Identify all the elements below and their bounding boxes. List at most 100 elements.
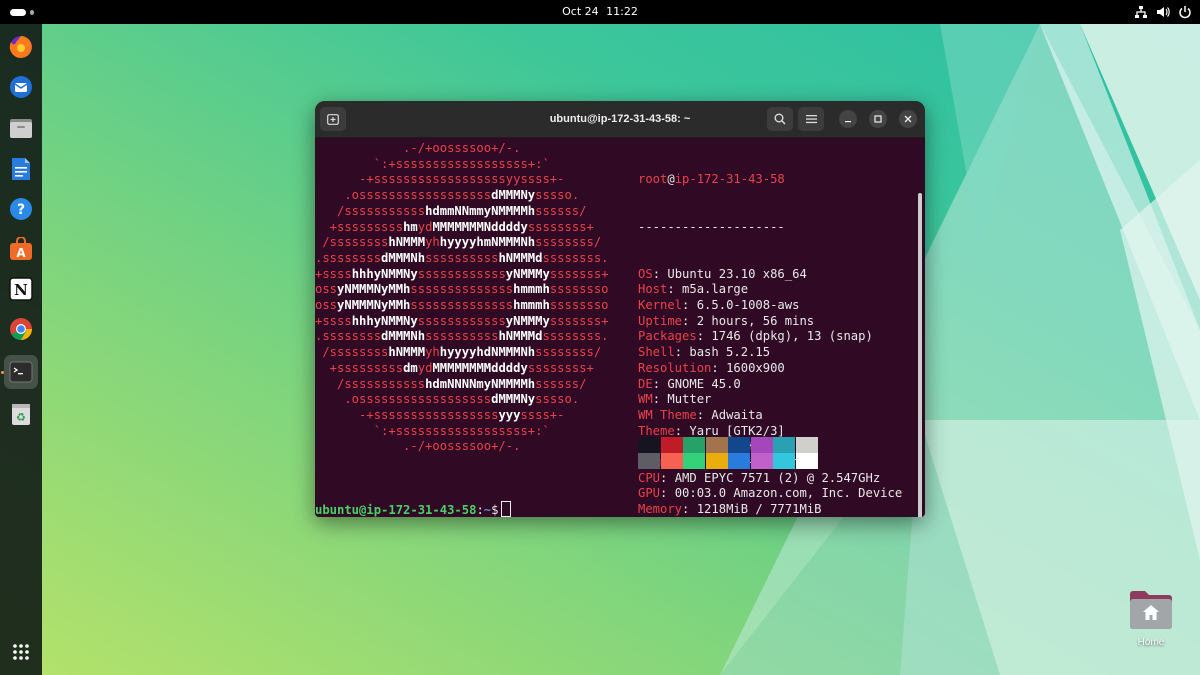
maximize-button[interactable]	[869, 110, 887, 128]
power-icon[interactable]	[1178, 5, 1192, 19]
terminal-window[interactable]: ubuntu@ip-172-31-43-58: ~ .-/+oossssoo+/…	[315, 101, 925, 517]
window-title: ubuntu@ip-172-31-43-58: ~	[549, 113, 691, 125]
svg-text:?: ?	[17, 202, 25, 218]
ubuntu-ascii-logo: .-/+oossssoo+/-. `:+ssssssssssssssssss+:…	[315, 141, 625, 455]
prompt-user-host: ubuntu@ip-172-31-43-58	[315, 503, 477, 517]
logo-line: .ossssssssssssssssssdMMMNysssso.	[315, 188, 580, 203]
info-line: OS: Ubuntu 23.10 x86_64	[638, 266, 807, 281]
dock: ? A N ♻	[0, 24, 42, 675]
info-key: Resolution	[638, 360, 712, 375]
minimize-icon	[845, 121, 851, 123]
info-key: CPU	[638, 470, 661, 485]
notion-icon: N	[9, 277, 33, 301]
palette-swatch	[638, 437, 660, 453]
thunderbird-icon	[10, 76, 32, 98]
maximize-icon	[874, 115, 882, 123]
writer-icon	[12, 158, 30, 180]
hamburger-icon	[805, 115, 817, 124]
text-cursor	[501, 501, 512, 517]
logo-line: .-/+oossssoo+/-.	[315, 439, 521, 454]
show-apps-button[interactable]	[4, 635, 38, 669]
info-line: GPU: 00:03.0 Amazon.com, Inc. Device	[638, 486, 903, 501]
info-key: Uptime	[638, 313, 683, 328]
info-key: Theme	[638, 423, 675, 438]
info-key: OS	[638, 266, 653, 281]
logo-line: /ssssssssssshdmmNNmmyNMMMMhssssss/	[315, 203, 587, 218]
dock-item-notion[interactable]: N	[4, 272, 38, 306]
terminal-output[interactable]: .-/+oossssoo+/-. `:+ssssssssssssssssss+:…	[315, 138, 925, 517]
terminal-icon	[9, 361, 33, 383]
palette-swatch	[795, 437, 818, 453]
info-key: Kernel	[638, 298, 683, 313]
search-button[interactable]	[767, 107, 793, 131]
dock-item-app-center[interactable]: A	[4, 232, 38, 266]
logo-line: .ssssssssdMMMNhsssssssssshNMMMdssssssss.	[315, 250, 609, 265]
svg-text:A: A	[16, 246, 26, 260]
clock[interactable]: Oct 24 11:22	[0, 0, 1200, 24]
shell-prompt[interactable]: ubuntu@ip-172-31-43-58:~$	[315, 501, 512, 517]
system-tray[interactable]	[1134, 4, 1192, 20]
info-key: Memory	[638, 502, 683, 517]
palette-swatch	[683, 437, 705, 453]
home-folder-label: Home	[1137, 637, 1165, 648]
info-value: 1746 (dpkg), 13 (snap)	[711, 329, 873, 344]
logo-line: ossyNMMMNyMMhsssssssssssssshmmmhssssssso	[315, 298, 609, 313]
info-line: Kernel: 6.5.0-1008-aws	[638, 298, 800, 313]
files-icon	[10, 119, 32, 138]
info-key: WM Theme	[638, 407, 697, 422]
info-value: 2 hours, 56 mins	[696, 313, 815, 328]
info-value: Mutter	[667, 392, 712, 407]
info-value: 00:03.0 Amazon.com, Inc. Device	[674, 486, 903, 501]
info-line: Memory: 1218MiB / 7771MiB	[638, 502, 822, 517]
logo-line: `:+ssssssssssssssssss+:`	[315, 423, 550, 438]
dock-item-chrome[interactable]	[4, 312, 38, 346]
clock-date: Oct 24	[562, 5, 599, 18]
palette-swatch	[773, 453, 795, 469]
terminal-titlebar[interactable]: ubuntu@ip-172-31-43-58: ~	[315, 101, 925, 138]
logo-line: /ssssssssssshdmNNNNmyNMMMMhssssss/	[315, 376, 587, 391]
info-line: CPU: AMD EPYC 7571 (2) @ 2.547GHz	[638, 470, 881, 485]
prompt-symbol: $	[491, 503, 499, 517]
firefox-icon	[9, 36, 32, 58]
network-icon[interactable]	[1134, 5, 1148, 19]
volume-icon[interactable]	[1156, 5, 1170, 19]
close-button[interactable]	[899, 110, 917, 128]
info-key: Shell	[638, 345, 675, 360]
info-user: root	[638, 172, 668, 187]
info-value: bash 5.2.15	[689, 345, 771, 360]
scrollbar[interactable]	[918, 193, 922, 517]
menu-button[interactable]	[798, 107, 824, 131]
minimize-button[interactable]	[839, 110, 857, 128]
palette-swatch	[728, 453, 750, 469]
home-folder-icon[interactable]	[1128, 590, 1174, 630]
palette-swatch	[638, 453, 660, 469]
info-lines: OS: Ubuntu 23.10 x86_64 Host: m5a.large Ke…	[638, 267, 902, 517]
palette-swatch	[728, 437, 750, 453]
info-line: Host: m5a.large	[638, 282, 749, 297]
dock-item-writer[interactable]	[4, 152, 38, 186]
dock-item-thunderbird[interactable]	[4, 70, 38, 104]
app-center-icon: A	[10, 237, 32, 260]
info-header: root@ip-172-31-43-58	[638, 172, 902, 188]
running-indicator	[1, 371, 4, 374]
clock-time: 11:22	[606, 5, 638, 18]
logo-line: /sssssssshNMMMyhhyyyyhmNMMMNhssssssss/	[315, 235, 602, 250]
dock-item-terminal[interactable]	[4, 355, 38, 389]
trash-icon: ♻	[12, 404, 30, 425]
info-at: @	[667, 172, 675, 187]
logo-line: /sssssssshNMMMyhhyyyyhdNMMMNhssssssss/	[315, 345, 602, 360]
logo-line: .-/+oossssoo+/-.	[315, 141, 521, 155]
info-host: ip-172-31-43-58	[674, 172, 785, 187]
dock-item-firefox[interactable]	[4, 30, 38, 64]
info-value: GNOME 45.0	[667, 376, 741, 391]
palette-swatch	[705, 453, 728, 469]
info-key: WM	[638, 392, 653, 407]
info-line: Shell: bash 5.2.15	[638, 345, 771, 360]
dock-item-trash[interactable]: ♻	[4, 397, 38, 431]
info-value: m5a.large	[682, 282, 749, 297]
dock-item-help[interactable]: ?	[4, 192, 38, 226]
info-value: 6.5.0-1008-aws	[696, 298, 800, 313]
dock-item-files[interactable]	[4, 111, 38, 145]
info-value: 1600x900	[726, 360, 785, 375]
info-line: Uptime: 2 hours, 56 mins	[638, 313, 815, 328]
